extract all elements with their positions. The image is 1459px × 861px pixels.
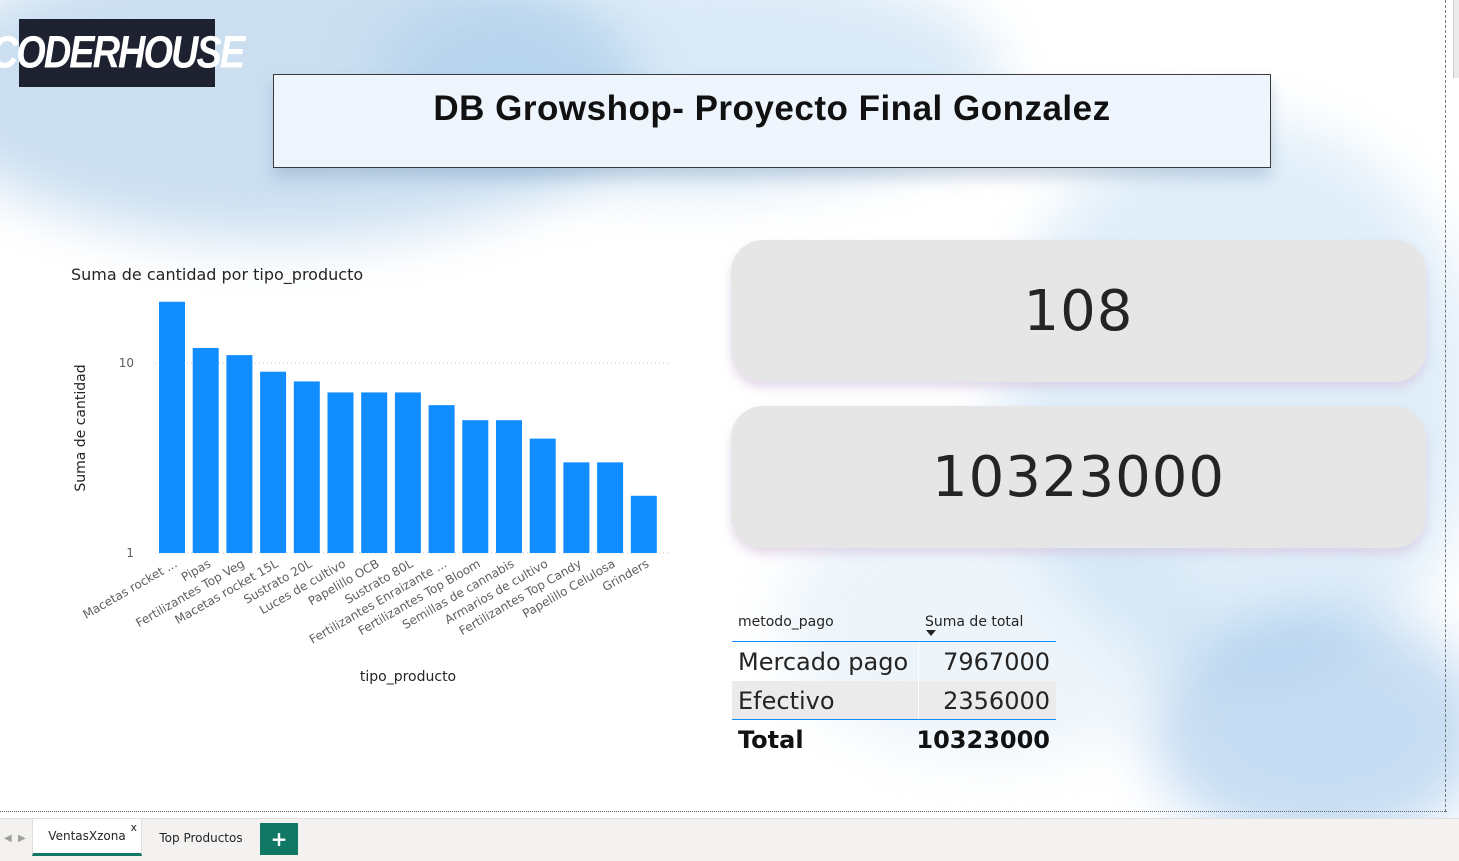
scrollbar[interactable]	[1453, 0, 1459, 78]
x-axis-title: tipo_producto	[360, 669, 456, 685]
page-tab-bar: ◀ ▶ VentasXzona x Top Productos +	[0, 818, 1459, 861]
table-cell-metodo: Efectivo	[738, 687, 835, 715]
plus-icon: +	[270, 827, 288, 851]
table-total-row: Total 10323000	[732, 720, 1056, 760]
table-cell-metodo: Mercado pago	[738, 648, 909, 676]
y-tick-label: 10	[119, 356, 134, 370]
report-canvas: CODERHOUSE DB Growshop- Proyecto Final G…	[0, 0, 1459, 861]
y-tick-label: 1	[126, 546, 134, 560]
scroll-left-icon[interactable]: ◀	[4, 833, 14, 845]
bar[interactable]	[529, 438, 556, 553]
bar[interactable]	[394, 392, 421, 553]
sort-descending-icon[interactable]	[926, 630, 936, 636]
column-divider	[918, 681, 919, 719]
bar[interactable]	[462, 420, 489, 553]
add-page-button[interactable]: +	[260, 823, 298, 855]
kpi-card-total[interactable]: 10323000	[731, 406, 1426, 548]
bar[interactable]	[293, 381, 320, 553]
bar[interactable]	[260, 371, 287, 553]
payment-method-table[interactable]: metodo_pago Suma de total Mercado pago 7…	[732, 608, 1056, 760]
bar[interactable]	[361, 392, 388, 553]
table-row[interactable]: Efectivo 2356000	[732, 681, 1056, 720]
bar[interactable]	[563, 462, 590, 553]
page-border-right	[1445, 0, 1446, 812]
close-icon[interactable]: x	[130, 821, 137, 834]
table-cell-total: 2356000	[943, 687, 1050, 715]
bar-chart[interactable]: 110Macetas rocket ... PipasFertilizantes …	[0, 0, 720, 700]
tab-label: Top Productos	[159, 830, 243, 845]
table-header: metodo_pago Suma de total	[732, 608, 1056, 642]
tab-ventasxzona[interactable]: VentasXzona x	[32, 819, 142, 856]
kpi-value: 10323000	[931, 444, 1226, 510]
tab-top-productos[interactable]: Top Productos	[145, 819, 257, 856]
bar[interactable]	[597, 462, 624, 553]
bar[interactable]	[192, 347, 219, 553]
bar[interactable]	[496, 420, 522, 553]
column-header-total[interactable]: Suma de total	[925, 614, 1023, 630]
y-axis-title: Suma de cantidad	[73, 364, 89, 491]
total-value: 10323000	[916, 726, 1050, 754]
bar[interactable]	[630, 495, 657, 553]
page-border-bottom	[0, 811, 1447, 812]
table-row[interactable]: Mercado pago 7967000	[732, 642, 1056, 681]
bar[interactable]	[327, 392, 354, 553]
total-label: Total	[738, 726, 804, 754]
bar[interactable]	[428, 405, 455, 553]
bar[interactable]	[226, 355, 253, 553]
table-cell-total: 7967000	[943, 648, 1050, 676]
column-header-metodo[interactable]: metodo_pago	[738, 614, 834, 630]
kpi-value: 108	[1023, 278, 1134, 344]
bar[interactable]	[159, 301, 185, 553]
kpi-card-quantity[interactable]: 108	[731, 240, 1426, 382]
tab-label: VentasXzona	[48, 829, 126, 843]
column-divider	[918, 642, 919, 681]
scroll-right-icon[interactable]: ▶	[18, 833, 28, 845]
